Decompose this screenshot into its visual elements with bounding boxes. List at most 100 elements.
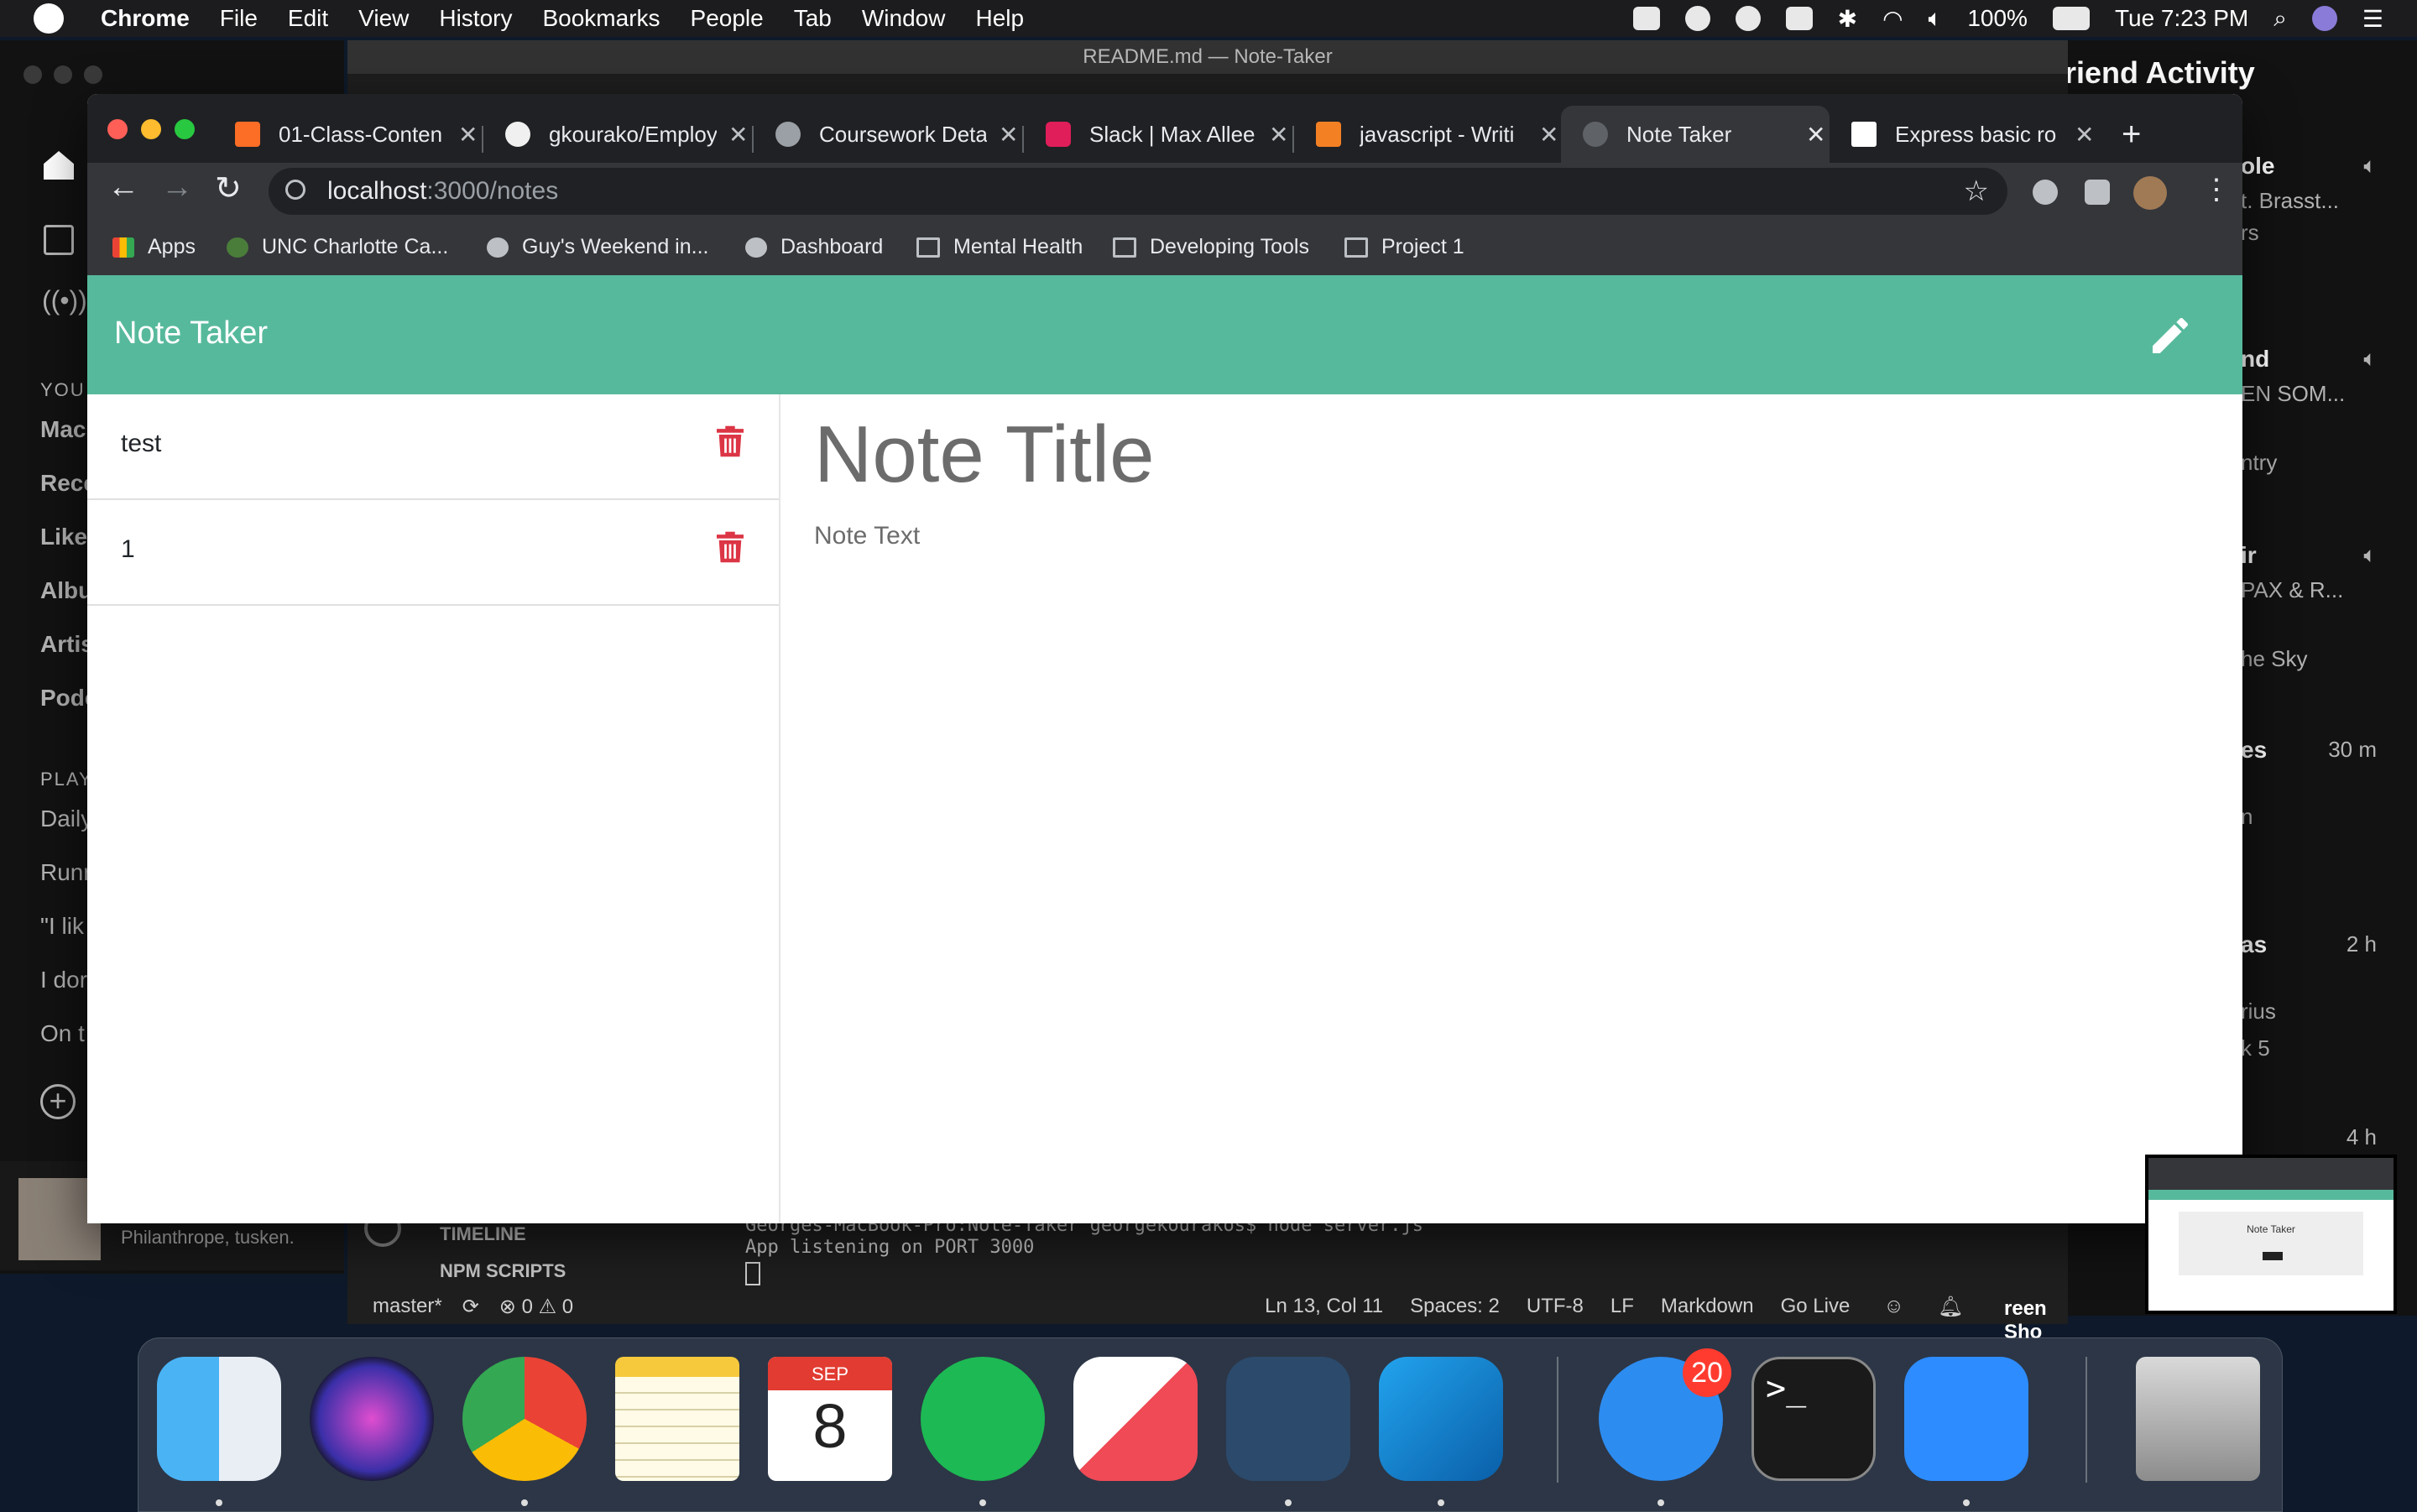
forward-arrow-icon[interactable]: →: [161, 169, 193, 206]
bookmark-apps[interactable]: Apps: [112, 235, 196, 259]
friend-context[interactable]: ntry: [2241, 450, 2277, 476]
mysql-workbench-icon[interactable]: [1226, 1357, 1350, 1481]
address-bar[interactable]: localhost:3000/notes ☆: [269, 168, 2007, 215]
chrome-menu-icon[interactable]: ⋮: [2202, 173, 2231, 206]
dashlane-icon[interactable]: [1735, 6, 1761, 31]
app-title[interactable]: Note Taker: [114, 315, 268, 352]
close-tab-icon[interactable]: ✕: [1806, 121, 1825, 149]
minimize-window-button[interactable]: [141, 119, 161, 139]
menu-help[interactable]: Help: [975, 5, 1024, 32]
bookmark-guys-weekend[interactable]: Guy's Weekend in...: [487, 235, 708, 259]
dropbox-icon[interactable]: [1785, 7, 1813, 30]
tab-express[interactable]: Express basic ro ✕: [1830, 106, 2098, 163]
wifi-icon[interactable]: ◠: [1882, 5, 1903, 33]
friend-track[interactable]: t. Brasst...: [2241, 188, 2339, 214]
siri-icon[interactable]: [2311, 6, 2337, 31]
back-arrow-icon[interactable]: ←: [107, 169, 139, 206]
file-encoding[interactable]: UTF-8: [1527, 1295, 1584, 1318]
cursor-position[interactable]: Ln 13, Col 11: [1265, 1295, 1383, 1318]
friend-name[interactable]: ole: [2241, 153, 2274, 180]
terminal-app-icon[interactable]: >_: [1751, 1357, 1876, 1481]
playlist-item[interactable]: Daily: [40, 806, 92, 832]
vscode-app-icon[interactable]: [1379, 1357, 1503, 1481]
home-icon[interactable]: [44, 151, 74, 180]
indent-spaces[interactable]: Spaces: 2: [1410, 1295, 1500, 1318]
note-title[interactable]: 1: [121, 535, 135, 564]
battery-icon[interactable]: [2052, 7, 2090, 30]
extension-icon[interactable]: [2033, 180, 2058, 205]
language-mode[interactable]: Markdown: [1661, 1295, 1754, 1318]
note-list-item[interactable]: 1: [87, 500, 779, 606]
spotlight-search-icon[interactable]: ⌕: [2273, 5, 2287, 33]
close-tab-icon[interactable]: ✕: [999, 121, 1018, 149]
close-window-button[interactable]: [107, 119, 128, 139]
notes-app-icon[interactable]: [615, 1357, 739, 1481]
news-app-icon[interactable]: [1073, 1357, 1198, 1481]
extensions-puzzle-icon[interactable]: [2085, 180, 2110, 205]
close-tab-icon[interactable]: ✕: [1269, 121, 1288, 149]
browse-icon[interactable]: [44, 225, 74, 255]
new-playlist-icon[interactable]: +: [40, 1084, 76, 1119]
playlist-item[interactable]: Runr: [40, 859, 91, 886]
friend-name[interactable]: as: [2241, 931, 2267, 958]
tab-note-taker[interactable]: Note Taker ✕: [1561, 106, 1830, 163]
menu-edit[interactable]: Edit: [288, 5, 328, 32]
tab-github[interactable]: gkourako/Employ ✕: [483, 106, 752, 163]
bookmark-developing-tools[interactable]: Developing Tools: [1113, 235, 1309, 259]
friend-track[interactable]: n: [2241, 804, 2253, 830]
zoom-app-icon[interactable]: [1904, 1357, 2028, 1481]
zoom-status-icon[interactable]: [1632, 7, 1660, 30]
friend-name[interactable]: ir: [2241, 542, 2257, 569]
nav-albums[interactable]: Albu: [40, 577, 92, 604]
line-ending[interactable]: LF: [1610, 1295, 1634, 1318]
friend-track[interactable]: PAX & R...: [2241, 577, 2343, 603]
close-tab-icon[interactable]: ✕: [1539, 121, 1558, 149]
battery-percent[interactable]: 100%: [1967, 5, 2028, 32]
menu-history[interactable]: History: [439, 5, 512, 32]
tab-slack[interactable]: Slack | Max Allee ✕: [1024, 106, 1292, 163]
friend-name[interactable]: es: [2241, 737, 2267, 764]
tab-class-content[interactable]: 01-Class-Conten ✕: [213, 106, 482, 163]
friend-context[interactable]: k 5: [2241, 1035, 2270, 1061]
calendar-app-icon[interactable]: SEP 8: [768, 1357, 892, 1481]
note-title-input[interactable]: [814, 404, 2157, 505]
friend-track[interactable]: EN SOM...: [2241, 381, 2345, 407]
chrome-app-icon[interactable]: [462, 1357, 587, 1481]
menu-file[interactable]: File: [220, 5, 258, 32]
screenshot-thumbnail[interactable]: Note Taker: [2145, 1155, 2397, 1314]
finder-icon[interactable]: [157, 1357, 281, 1481]
nav-artists[interactable]: Artis: [40, 631, 94, 658]
friend-context[interactable]: rs: [2241, 220, 2259, 246]
nav-made-for-you[interactable]: Mac: [40, 416, 86, 443]
feedback-icon[interactable]: ☺: [1883, 1295, 1904, 1318]
menu-window[interactable]: Window: [862, 5, 946, 32]
nav-liked-songs[interactable]: Like: [40, 524, 87, 550]
friend-name[interactable]: nd: [2241, 346, 2269, 373]
radio-icon[interactable]: ((•)): [42, 285, 87, 316]
friend-track[interactable]: rius: [2241, 998, 2276, 1025]
notification-center-icon[interactable]: ☰: [2362, 5, 2383, 33]
creative-cloud-icon[interactable]: [1684, 6, 1710, 31]
tab-coursework[interactable]: Coursework Deta ✕: [754, 106, 1022, 163]
trash-icon[interactable]: [2136, 1357, 2260, 1481]
delete-trash-icon[interactable]: [717, 425, 744, 458]
close-tab-icon[interactable]: ✕: [728, 121, 748, 149]
menu-view[interactable]: View: [358, 5, 409, 32]
menu-app-name[interactable]: Chrome: [101, 5, 190, 32]
problems-count[interactable]: ⊗ 0 ⚠ 0: [499, 1295, 573, 1319]
menu-tab[interactable]: Tab: [794, 5, 832, 32]
menu-bookmarks[interactable]: Bookmarks: [542, 5, 660, 32]
delete-trash-icon[interactable]: [717, 530, 744, 564]
site-info-icon[interactable]: [285, 180, 305, 200]
friend-context[interactable]: he Sky: [2241, 646, 2308, 672]
git-branch[interactable]: master*: [373, 1295, 442, 1318]
spotify-app-icon[interactable]: [921, 1357, 1045, 1481]
volume-icon[interactable]: 🔈︎: [1929, 5, 1943, 33]
sync-icon[interactable]: ⟳: [462, 1295, 479, 1319]
npm-scripts-section[interactable]: NPM SCRIPTS: [440, 1260, 566, 1282]
bookmark-project-1[interactable]: Project 1: [1344, 235, 1464, 259]
close-tab-icon[interactable]: ✕: [2075, 121, 2094, 149]
zoom-window-button[interactable]: [175, 119, 195, 139]
bookmark-mental-health[interactable]: Mental Health: [916, 235, 1083, 259]
bookmark-star-icon[interactable]: ☆: [1964, 168, 1989, 215]
